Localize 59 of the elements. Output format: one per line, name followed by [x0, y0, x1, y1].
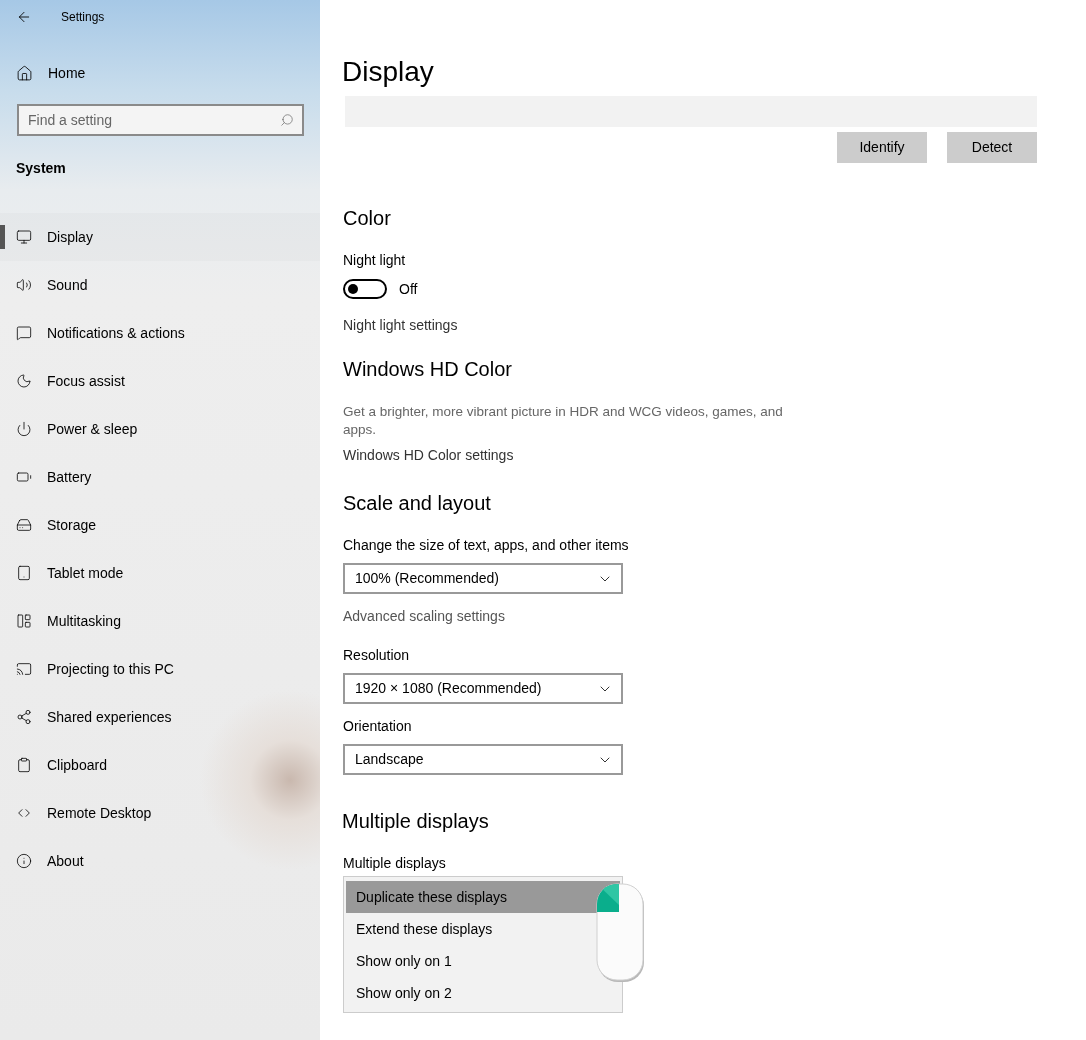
- field-label: Orientation: [343, 717, 413, 736]
- home-icon: [16, 64, 33, 82]
- dropdown[interactable]: 100% (Recommended): [343, 563, 623, 594]
- sidebar-item[interactable]: Focus assist: [0, 357, 320, 405]
- nodes-icon: [16, 709, 32, 725]
- power-icon: [16, 421, 32, 437]
- selection-bar: [0, 225, 5, 249]
- section-heading: Multiple displays: [342, 809, 490, 834]
- section-title: System: [16, 159, 67, 178]
- sidebar-item[interactable]: Tablet mode: [0, 549, 320, 597]
- description: Get a brighter, more vibrant picture in HDR and WCG videos, games, and apps.: [343, 403, 783, 439]
- home-link[interactable]: Home: [0, 61, 320, 85]
- toggle-switch[interactable]: [343, 279, 387, 299]
- menu-item[interactable]: Extend these displays: [346, 913, 594, 945]
- sidebar-item[interactable]: Projecting to this PC: [0, 645, 320, 693]
- page-title: Display: [342, 55, 435, 89]
- action-button[interactable]: Identify: [837, 132, 927, 163]
- menu-item[interactable]: Show only on 1: [346, 945, 594, 977]
- speaker-icon: [16, 277, 32, 293]
- sidebar-item[interactable]: Power & sleep: [0, 405, 320, 453]
- sidebar-item[interactable]: Shared experiences: [0, 693, 320, 741]
- monitor-icon: [16, 229, 32, 245]
- dropdown[interactable]: Landscape: [343, 744, 623, 775]
- menu-item[interactable]: Duplicate these displays: [346, 881, 620, 913]
- settings-link[interactable]: Night light settings: [343, 315, 458, 335]
- sidebar-item[interactable]: Remote Desktop: [0, 789, 320, 837]
- field-label: Resolution: [343, 646, 411, 665]
- drive-icon: [16, 517, 32, 533]
- sidebar-item[interactable]: About: [0, 837, 320, 885]
- search-field[interactable]: Find a setting: [17, 104, 304, 136]
- clipboard-icon: [16, 757, 32, 773]
- screens-icon: [16, 661, 32, 677]
- sidebar-item[interactable]: Notifications & actions: [0, 309, 320, 357]
- action-button[interactable]: Detect: [947, 132, 1037, 163]
- field-label: Change the size of text, apps, and other items: [343, 536, 630, 555]
- menu-item[interactable]: Show only on 2: [346, 977, 594, 1009]
- toggle-state: Off: [399, 279, 418, 299]
- settings-link[interactable]: Windows HD Color settings: [343, 445, 514, 465]
- dropdown[interactable]: 1920 × 1080 (Recommended): [343, 673, 623, 704]
- search-icon: [280, 113, 294, 127]
- info-icon: [16, 853, 32, 869]
- layout-icon: [16, 613, 32, 629]
- section-heading: Color: [343, 206, 392, 231]
- sidebar-item[interactable]: Battery: [0, 453, 320, 501]
- field-label: Multiple displays: [343, 854, 447, 873]
- speech-bubble-icon: [16, 325, 32, 341]
- battery-icon: [16, 469, 32, 485]
- settings-link[interactable]: Advanced scaling settings: [343, 606, 505, 626]
- sidebar-item[interactable]: Storage: [0, 501, 320, 549]
- sidebar-item[interactable]: Clipboard: [0, 741, 320, 789]
- field-label: Night light: [343, 251, 407, 270]
- sidebar-item[interactable]: Multitasking: [0, 597, 320, 645]
- window-title: Settings: [61, 8, 105, 26]
- section-heading: Windows HD Color: [343, 357, 513, 382]
- moon-icon: [16, 373, 32, 389]
- section-heading: Scale and layout: [343, 491, 492, 516]
- sidebar-item[interactable]: Sound: [0, 261, 320, 309]
- sidebar-item[interactable]: Display: [0, 213, 320, 261]
- tablet-icon: [16, 565, 32, 581]
